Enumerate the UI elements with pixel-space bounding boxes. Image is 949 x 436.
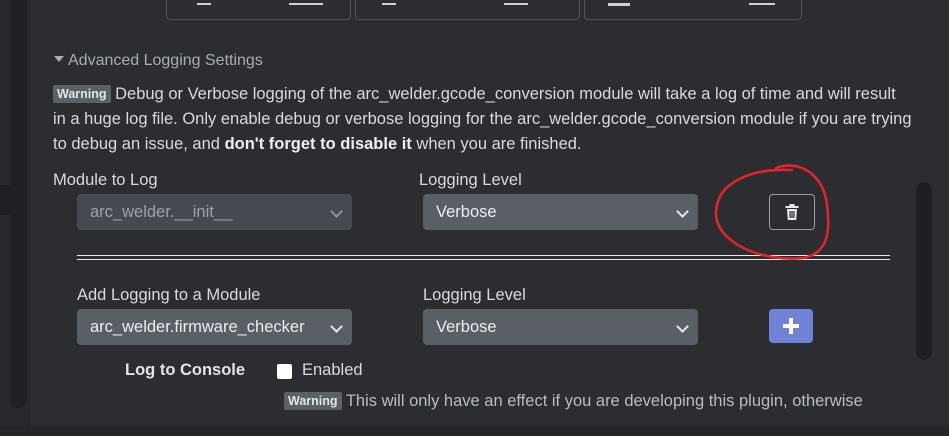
- add-logging-module-value: arc_welder.firmware_checker: [90, 318, 305, 336]
- top-button-2-text-stub: [504, 3, 528, 5]
- trash-icon: [785, 204, 799, 220]
- module-to-log-select: arc_welder.__init__: [77, 194, 352, 230]
- top-button-3[interactable]: [584, 0, 802, 20]
- add-logging-module-select[interactable]: arc_welder.firmware_checker: [77, 309, 352, 345]
- top-button-1-icon: [197, 3, 211, 5]
- debug-warning-paragraph: Warning Debug or Verbose logging of the …: [53, 82, 913, 157]
- log-to-console-label: Log to Console: [125, 361, 246, 379]
- warning-badge: Warning: [53, 85, 111, 103]
- settings-scrollbar-thumb[interactable]: [916, 182, 932, 360]
- chevron-down-icon: [676, 320, 689, 333]
- existing-logging-level-label: Logging Level: [419, 171, 522, 189]
- module-to-log-label: Module to Log: [53, 171, 158, 189]
- chevron-down-icon: [330, 320, 343, 333]
- top-button-1-text-stub: [289, 3, 323, 5]
- top-button-2[interactable]: [355, 0, 580, 20]
- advanced-logging-title: Advanced Logging Settings: [68, 52, 263, 69]
- section-divider: [77, 255, 890, 260]
- log-to-console-checkbox[interactable]: [277, 364, 292, 379]
- top-button-3-icon: [608, 3, 630, 6]
- remove-logger-button[interactable]: [769, 194, 815, 230]
- add-logging-level-value: Verbose: [436, 318, 497, 336]
- left-panel-notch: [0, 185, 10, 215]
- log-to-console-enabled-label[interactable]: Enabled: [302, 361, 363, 380]
- warning-badge: Warning: [284, 392, 342, 410]
- existing-logging-level-select[interactable]: Verbose: [423, 194, 698, 230]
- console-warning-note: Warning This will only have an effect if…: [284, 392, 863, 411]
- warning-text-part-2: when you are finished.: [411, 135, 582, 153]
- caret-down-icon: [54, 55, 64, 62]
- bottom-edge: [0, 426, 949, 436]
- existing-logging-level-value: Verbose: [436, 203, 497, 221]
- add-logging-level-label: Logging Level: [423, 286, 526, 304]
- warning-text-bold: don't forget to disable it: [224, 135, 412, 153]
- add-logger-button[interactable]: [769, 309, 813, 343]
- console-warning-text: This will only have an effect if you are…: [341, 392, 863, 410]
- module-to-log-value: arc_welder.__init__: [90, 203, 233, 221]
- top-button-2-icon: [382, 3, 396, 5]
- top-button-3-text-stub: [749, 3, 775, 5]
- add-logging-module-label: Add Logging to a Module: [77, 286, 261, 304]
- add-logging-level-select[interactable]: Verbose: [423, 309, 698, 345]
- top-button-1[interactable]: [166, 0, 351, 20]
- advanced-logging-toggle[interactable]: Advanced Logging Settings: [54, 52, 263, 70]
- chevron-down-icon: [330, 205, 343, 218]
- left-scrollbar[interactable]: [10, 0, 27, 408]
- chevron-down-icon: [676, 205, 689, 218]
